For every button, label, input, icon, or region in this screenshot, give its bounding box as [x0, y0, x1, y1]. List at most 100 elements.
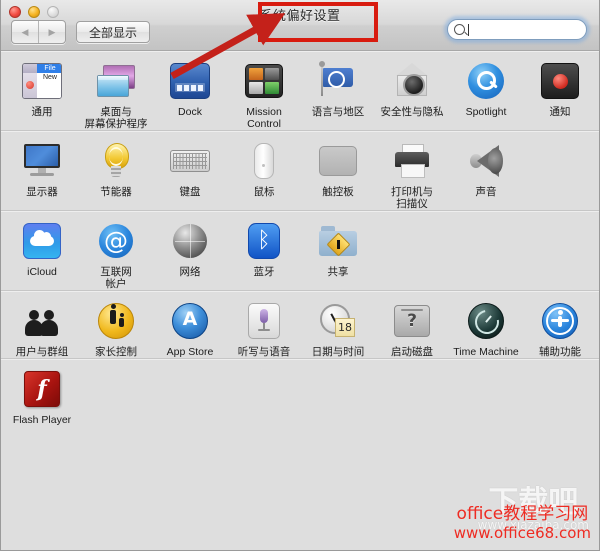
site-watermark-url: www.office68.com — [453, 524, 591, 542]
pref-pane-startup-disk[interactable]: ? 启动磁盘 — [375, 291, 449, 358]
pref-pane-app-store[interactable]: A App Store — [153, 291, 227, 358]
pref-pane-dictation-speech[interactable]: 听写与语音 — [227, 291, 301, 358]
mission-control-icon — [243, 60, 285, 102]
startup-disk-glyph: ? — [407, 311, 417, 331]
preferences-row-system: 用户与群组 家长控制 A App Store 听写与语音 18 日期与时间 ? … — [1, 291, 599, 359]
energy-saver-icon — [95, 140, 137, 182]
pref-label: Time Machine — [453, 346, 519, 358]
pref-pane-notifications[interactable]: 通知 — [523, 51, 597, 130]
site-watermark: office教程学习网 www.office68.com — [454, 504, 591, 542]
pref-label: Spotlight — [465, 106, 507, 118]
general-icon-menu-item: New — [37, 73, 61, 98]
pref-pane-flash-player[interactable]: f Flash Player — [5, 359, 79, 426]
date-time-icon: 18 — [317, 300, 359, 342]
spotlight-icon — [465, 60, 507, 102]
pref-pane-displays[interactable]: 显示器 — [5, 131, 79, 210]
pref-label: 听写与语音 — [237, 346, 291, 358]
back-forward-segmented-control[interactable]: ◀ ▶ — [11, 20, 66, 44]
pref-pane-trackpad[interactable]: 触控板 — [301, 131, 375, 210]
site-watermark-name: office教程学习网 — [456, 504, 589, 524]
pref-label: 鼠标 — [253, 186, 275, 198]
pref-label: Mission Control — [246, 106, 282, 130]
pref-label: 互联网 帐户 — [100, 266, 132, 290]
pref-label: 触控板 — [322, 186, 354, 198]
back-button[interactable]: ◀ — [12, 21, 38, 43]
pref-label: 语言与地区 — [311, 106, 365, 118]
pref-pane-internet-accounts[interactable]: @ 互联网 帐户 — [79, 211, 153, 290]
users-groups-icon — [21, 300, 63, 342]
startup-disk-icon: ? — [391, 300, 433, 342]
trackpad-icon — [317, 140, 359, 182]
pref-label: Flash Player — [12, 414, 72, 426]
flash-player-icon: f — [21, 368, 63, 410]
time-machine-icon — [465, 300, 507, 342]
pref-pane-date-time[interactable]: 18 日期与时间 — [301, 291, 375, 358]
search-field-wrapper[interactable] — [444, 16, 590, 43]
internet-accounts-icon: @ — [95, 220, 137, 262]
pref-label: 通知 — [549, 106, 571, 118]
pref-pane-icloud[interactable]: iCloud — [5, 211, 79, 290]
pref-pane-printers-scanners[interactable]: 打印机与 扫描仪 — [375, 131, 449, 210]
parental-controls-icon — [95, 300, 137, 342]
language-region-icon — [317, 60, 359, 102]
preferences-row-other: f Flash Player — [1, 359, 599, 426]
at-glyph: @ — [99, 224, 133, 258]
search-input-value — [468, 23, 471, 36]
pref-label: 用户与群组 — [15, 346, 69, 358]
pref-label: 日期与时间 — [311, 346, 365, 358]
app-store-icon: A — [169, 300, 211, 342]
show-all-button[interactable]: 全部显示 — [76, 21, 151, 43]
flash-glyph: f — [37, 376, 47, 402]
displays-icon — [21, 140, 63, 182]
pref-label: 显示器 — [26, 186, 58, 198]
pref-label: 安全性与隐私 — [380, 106, 444, 118]
dictation-speech-icon — [243, 300, 285, 342]
icloud-icon — [21, 220, 63, 262]
preferences-row-personal: File New 通用 桌面与 屏幕保护程序 Dock Mission Cont… — [1, 51, 599, 131]
preferences-row-hardware: 显示器 节能器 键盘 鼠标 触控板 打印机与 扫描仪 声音 — [1, 131, 599, 211]
pref-pane-keyboard[interactable]: 键盘 — [153, 131, 227, 210]
pref-pane-mouse[interactable]: 鼠标 — [227, 131, 301, 210]
pref-pane-general[interactable]: File New 通用 — [5, 51, 79, 130]
pref-pane-sharing[interactable]: 共享 — [301, 211, 375, 290]
pref-pane-desktop-screensaver[interactable]: 桌面与 屏幕保护程序 — [79, 51, 153, 130]
pref-label: 家长控制 — [95, 346, 137, 358]
pref-pane-sound[interactable]: 声音 — [449, 131, 523, 210]
pref-pane-dock[interactable]: Dock — [153, 51, 227, 130]
pref-pane-energy-saver[interactable]: 节能器 — [79, 131, 153, 210]
printers-scanners-icon — [391, 140, 433, 182]
pref-pane-users-groups[interactable]: 用户与群组 — [5, 291, 79, 358]
network-icon — [169, 220, 211, 262]
pref-label: 通用 — [31, 106, 53, 118]
pref-pane-security-privacy[interactable]: 安全性与隐私 — [375, 51, 449, 130]
preferences-row-internet: iCloud @ 互联网 帐户 网络 ᛒ 蓝牙 共享 — [1, 211, 599, 291]
app-store-glyph: A — [182, 308, 198, 330]
pref-label: 网络 — [179, 266, 201, 278]
pref-pane-language-region[interactable]: 语言与地区 — [301, 51, 375, 130]
search-input[interactable] — [447, 19, 587, 40]
pref-label: 节能器 — [100, 186, 132, 198]
pref-label: 共享 — [327, 266, 349, 278]
search-icon — [454, 24, 465, 35]
desktop-screensaver-icon — [95, 60, 137, 102]
window-titlebar: 系统偏好设置 ◀ ▶ 全部显示 — [1, 0, 599, 51]
forward-button[interactable]: ▶ — [38, 21, 65, 43]
pref-pane-spotlight[interactable]: Spotlight — [449, 51, 523, 130]
system-preferences-window: 系统偏好设置 ◀ ▶ 全部显示 File New 通用 桌面与 屏幕保护程序 D… — [0, 0, 600, 551]
pref-label: 辅助功能 — [539, 346, 581, 358]
mouse-icon — [243, 140, 285, 182]
pref-pane-mission-control[interactable]: Mission Control — [227, 51, 301, 130]
pref-label: 蓝牙 — [253, 266, 275, 278]
dock-icon — [169, 60, 211, 102]
pref-label: 键盘 — [179, 186, 201, 198]
pref-pane-network[interactable]: 网络 — [153, 211, 227, 290]
pref-pane-bluetooth[interactable]: ᛒ 蓝牙 — [227, 211, 301, 290]
pref-label: 启动磁盘 — [391, 346, 433, 358]
pref-label: iCloud — [27, 266, 57, 278]
preferences-grid: File New 通用 桌面与 屏幕保护程序 Dock Mission Cont… — [1, 51, 599, 550]
pref-pane-accessibility[interactable]: 辅助功能 — [523, 291, 597, 358]
pref-pane-parental-controls[interactable]: 家长控制 — [79, 291, 153, 358]
pref-label: Dock — [178, 106, 202, 118]
pref-pane-time-machine[interactable]: Time Machine — [449, 291, 523, 358]
pref-label: 打印机与 扫描仪 — [391, 186, 433, 210]
